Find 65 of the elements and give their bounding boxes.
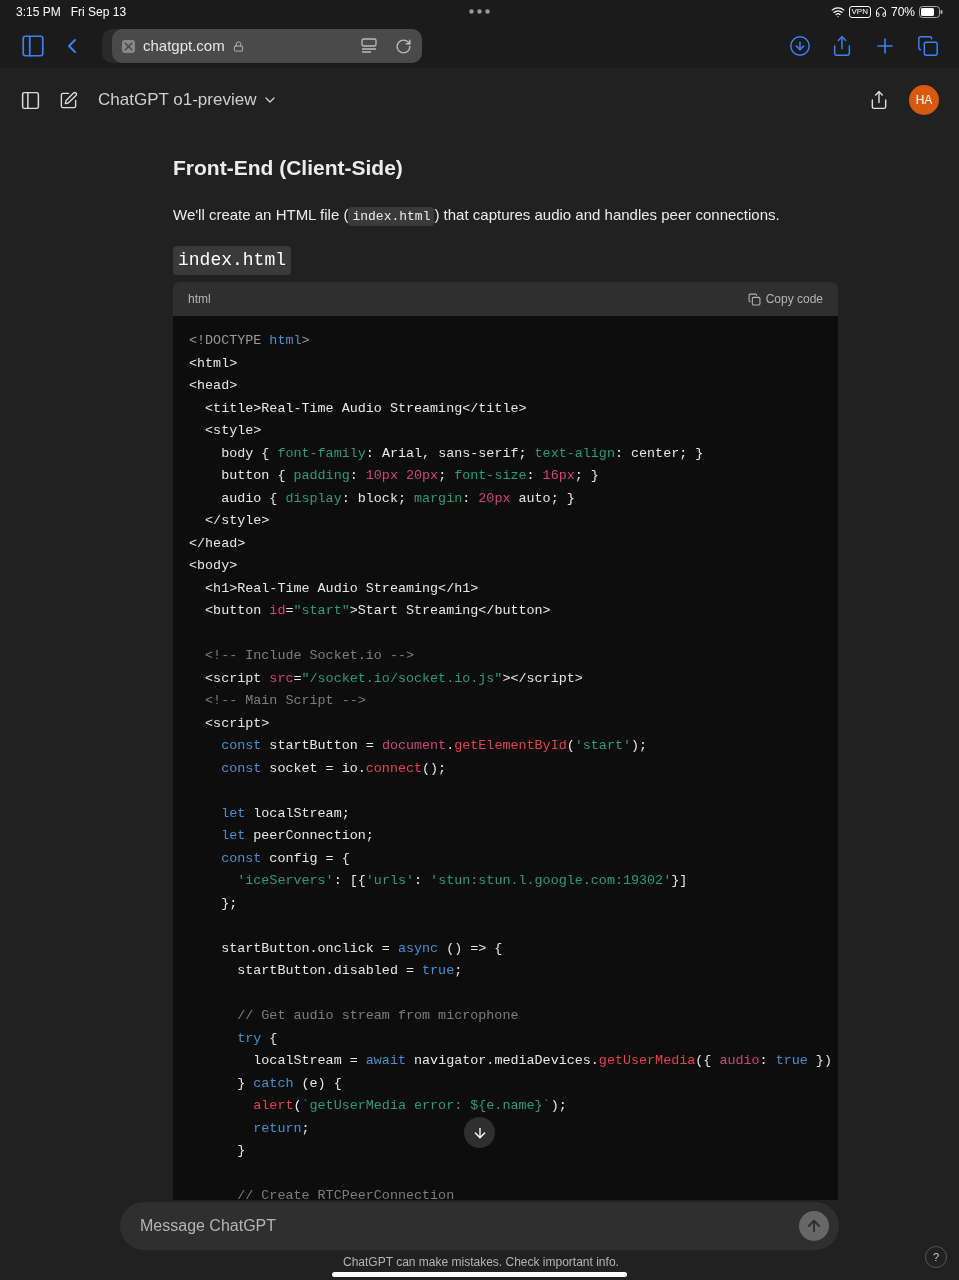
- code-line: <head>: [189, 377, 238, 395]
- code-line: <body>: [189, 557, 238, 575]
- url-text: chatgpt.com: [143, 35, 225, 56]
- code-line: <h1>Real-Time Audio Streaming</h1>: [204, 579, 479, 598]
- code-line: <button id="start">Start Streaming</button>: [204, 602, 551, 620]
- code-line: <!-- Include Socket.io -->: [204, 647, 414, 665]
- wifi-icon: [830, 5, 845, 19]
- status-time: 3:15 PM: [16, 4, 61, 21]
- disclaimer-text: ChatGPT can make mistakes. Check important info.: [343, 1254, 619, 1270]
- copy-code-button[interactable]: Copy code: [747, 290, 823, 308]
- code-line: try {: [236, 1029, 278, 1048]
- code-line: }: [236, 1142, 246, 1160]
- code-line: // Create RTCPeerConnection: [236, 1187, 455, 1200]
- code-line: <!-- Main Script -->: [204, 692, 366, 710]
- code-line: startButton.disabled = true;: [236, 962, 463, 980]
- code-line: button { padding: 10px 20px; font-size: 16px; }: [220, 467, 599, 485]
- download-icon[interactable]: [789, 35, 811, 57]
- code-line: startButton.onclick = async () => {: [220, 939, 503, 958]
- code-line: const socket = io.connect();: [220, 759, 447, 778]
- new-chat-icon[interactable]: [59, 90, 78, 110]
- input-placeholder: Message ChatGPT: [140, 1216, 277, 1236]
- code-line: localStream = await navigator.mediaDevices.getUserMedia({ audio: true }): [252, 1052, 832, 1070]
- code-line: let localStream;: [220, 804, 350, 823]
- code-line: audio { display: block; margin: 20px auto; }: [220, 489, 575, 508]
- reload-icon[interactable]: [395, 37, 412, 55]
- intro-paragraph: We'll create an HTML file ( index.html ) that captures audio and handles peer connections.: [173, 204, 780, 226]
- code-line: <title>Real-Time Audio Streaming</title>: [204, 399, 527, 418]
- model-selector[interactable]: ChatGPT o1-preview: [98, 87, 279, 113]
- code-line: </head>: [189, 534, 246, 553]
- status-date: Fri Sep 13: [70, 4, 127, 21]
- send-button[interactable]: [799, 1211, 829, 1241]
- code-line: } catch (e) {: [236, 1074, 342, 1093]
- user-avatar[interactable]: HA: [909, 85, 939, 115]
- code-line: 'iceServers': [{'urls': 'stun:stun.l.google.com:19302'}]: [236, 872, 688, 890]
- sidebar-icon[interactable]: [20, 89, 41, 111]
- code-line: const startButton = document.getElementById('start');: [220, 737, 648, 755]
- vpn-badge: VPN: [848, 6, 871, 18]
- code-line: <!DOCTYPE html>: [189, 332, 310, 350]
- code-line: let peerConnection;: [220, 827, 374, 845]
- code-line: <style>: [204, 422, 262, 440]
- code-line: // Get audio stream from microphone: [236, 1007, 519, 1025]
- code-line: alert(`getUserMedia error: ${e.name}`);: [252, 1097, 567, 1115]
- code-line: </style>: [204, 512, 270, 530]
- address-bar[interactable]: chatgpt.com: [112, 29, 422, 63]
- code-line: <script>: [204, 714, 270, 733]
- copy-icon: [747, 292, 761, 306]
- tabs-icon[interactable]: [917, 35, 939, 57]
- file-name-label: index.html: [173, 246, 292, 275]
- message-input[interactable]: Message ChatGPT: [120, 1202, 839, 1250]
- code-line: body { font-family: Arial, sans-serif; text-align: center; }: [220, 444, 704, 463]
- lock-icon: [232, 40, 244, 52]
- code-line: const config = {: [220, 849, 350, 868]
- code-line: <html>: [189, 354, 238, 373]
- more-dots-icon: [469, 9, 490, 14]
- reader-icon[interactable]: [361, 38, 377, 54]
- share-icon[interactable]: [869, 90, 889, 110]
- close-tab-icon[interactable]: [122, 39, 135, 53]
- battery-percent: 70%: [890, 4, 915, 21]
- section-heading: Front-End (Client-Side): [173, 155, 403, 181]
- headphones-icon: [874, 6, 887, 18]
- code-line: };: [220, 894, 238, 913]
- code-line: <script src="/socket.io/socket.io.js"></script>: [204, 669, 583, 688]
- code-language: html: [188, 291, 211, 308]
- battery-icon: [919, 6, 943, 18]
- code-line: return;: [252, 1119, 310, 1138]
